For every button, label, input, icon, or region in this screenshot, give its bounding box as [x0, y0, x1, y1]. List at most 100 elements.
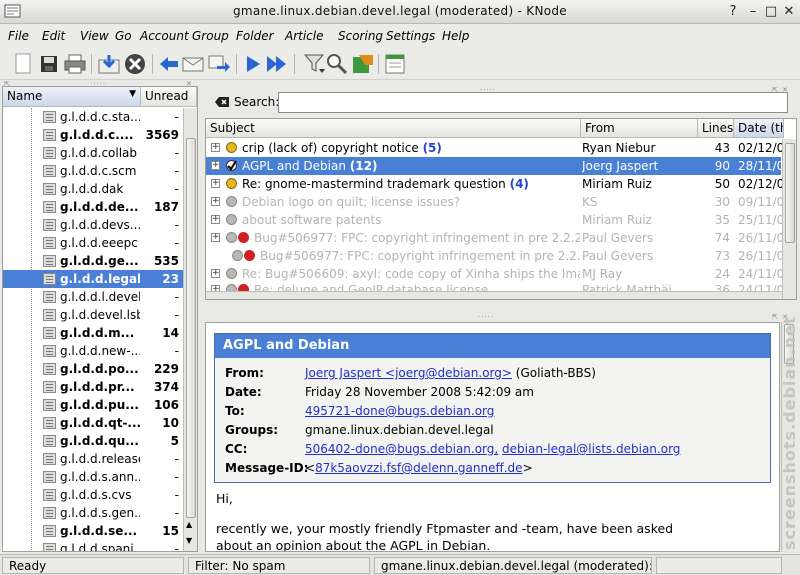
folder-item[interactable]: g.l.d.d.c.scm - — [3, 162, 183, 180]
close-icon[interactable]: ✕ — [780, 3, 798, 21]
expand-icon[interactable]: + — [211, 161, 220, 170]
folder-item[interactable]: g.l.d.d.eeepc - — [3, 234, 183, 252]
lines-column-header[interactable]: Lines — [698, 119, 734, 138]
menu-scoring[interactable]: Scoring — [338, 29, 383, 43]
folder-item[interactable]: g.l.d.d.s.gen... - — [3, 504, 183, 522]
from-link[interactable]: Joerg Jaspert <joerg@debian.org> — [305, 366, 512, 380]
read-status-icon — [232, 250, 243, 261]
ignored-icon — [244, 250, 255, 261]
read-check-icon — [226, 160, 237, 171]
menu-account[interactable]: Account — [140, 29, 189, 43]
menu-help[interactable]: Help — [442, 29, 469, 43]
get-new-articles-icon[interactable] — [96, 51, 122, 77]
newsgroup-icon — [43, 237, 56, 249]
thread-count: (4) — [509, 177, 529, 191]
message-id-link[interactable]: 87k5aovzzi.fsf@delenn.ganneff.de — [315, 461, 523, 475]
expire-icon[interactable] — [350, 51, 376, 77]
next-unread-icon[interactable] — [240, 51, 266, 77]
folder-item[interactable]: g.l.d.d.release - — [3, 450, 183, 468]
subject-column-header[interactable]: Subject — [206, 119, 581, 138]
print-icon[interactable] — [62, 51, 88, 77]
folder-item[interactable]: g.l.d.d.se... 15 — [3, 522, 183, 540]
search-input[interactable] — [278, 92, 788, 113]
thread-count: (5) — [422, 141, 442, 155]
folder-item[interactable]: g.l.d.d.s.cvs - — [3, 486, 183, 504]
new-article-icon[interactable] — [10, 51, 36, 77]
folder-item[interactable]: g.l.d.d.ge... 535 — [3, 252, 183, 270]
unread-status-icon — [226, 142, 237, 153]
article-row[interactable]: Bug#506977: FPC: copyright infringement … — [206, 247, 783, 265]
reply-icon[interactable] — [156, 51, 182, 77]
save-icon[interactable] — [36, 51, 62, 77]
cancel-icon[interactable] — [122, 51, 148, 77]
folder-item[interactable]: g.l.d.d.qt-... 10 — [3, 414, 183, 432]
menu-file[interactable]: File — [8, 29, 29, 43]
reply-author-icon[interactable] — [180, 51, 206, 77]
expand-icon[interactable]: + — [211, 179, 220, 188]
help-icon[interactable]: ? — [724, 3, 742, 21]
scroll-up-icon[interactable]: ▲ — [186, 520, 192, 529]
forward-icon[interactable] — [206, 51, 232, 77]
article-row[interactable]: + Debian logo on quilt; license issues? … — [206, 193, 783, 211]
menu-settings[interactable]: Settings — [386, 29, 435, 43]
newsgroup-icon — [43, 273, 56, 285]
folder-scrollbar[interactable]: ▲ ▼ — [183, 108, 197, 551]
article-row[interactable]: + crip (lack of) copyright notice (5) Ry… — [206, 139, 783, 157]
folder-item[interactable]: g.l.d.d.spani... - — [3, 540, 183, 551]
name-column-header[interactable]: Name ▼ — [3, 87, 141, 107]
expand-icon[interactable]: + — [211, 269, 220, 278]
menu-go[interactable]: Go — [115, 29, 132, 43]
folder-item[interactable]: g.l.d.d.qu... 5 — [3, 432, 183, 450]
cc-link[interactable]: 506402-done@bugs.debian.org, — [305, 442, 498, 456]
to-link[interactable]: 495721-done@bugs.debian.org — [305, 404, 494, 418]
newsgroup-icon — [43, 291, 56, 303]
expand-icon[interactable]: + — [211, 215, 220, 224]
folder-item[interactable]: g.l.d.d.pu... 106 — [3, 396, 183, 414]
folder-item[interactable]: g.l.d.d.collab - — [3, 144, 183, 162]
cc-link[interactable]: debian-legal@lists.debian.org — [502, 442, 680, 456]
newsgroup-icon — [43, 435, 56, 447]
maximize-icon[interactable]: □ — [762, 3, 780, 21]
menu-folder[interactable]: Folder — [236, 29, 274, 43]
article-date: 28/11/08 — [738, 159, 783, 173]
folder-item[interactable]: g.l.d.d.m... 14 — [3, 324, 183, 342]
folder-item[interactable]: g.l.d.d.c.sta... - — [3, 108, 183, 126]
menu-edit[interactable]: Edit — [42, 29, 65, 43]
menu-view[interactable]: View — [80, 29, 109, 43]
date-column-header[interactable]: Date (th — [734, 119, 784, 138]
folder-item-selected[interactable]: g.l.d.d.legal 23 — [3, 270, 183, 288]
menu-article[interactable]: Article — [285, 29, 324, 43]
article-row[interactable]: + Re: gnome-mastermind trademark questio… — [206, 175, 783, 193]
from-column-header[interactable]: From — [581, 119, 698, 138]
dock-grip[interactable]: ····· — [478, 313, 494, 321]
folder-item[interactable]: g.l.d.d.po... 229 — [3, 360, 183, 378]
folder-item[interactable]: g.l.d.devel.lsb - — [3, 306, 183, 324]
article-hscrollbar[interactable] — [206, 291, 782, 299]
expand-icon[interactable]: + — [211, 197, 220, 206]
menu-group[interactable]: Group — [192, 29, 229, 43]
article-row-selected[interactable]: + AGPL and Debian (12) Joerg Jaspert 90 … — [206, 157, 783, 175]
folder-item[interactable]: g.l.d.d.l.devel - — [3, 288, 183, 306]
notes-icon[interactable] — [382, 51, 408, 77]
folder-item[interactable]: g.l.d.d.c.... 3569 — [3, 126, 183, 144]
article-row[interactable]: + about software patents Miriam Ruiz 35 … — [206, 211, 783, 229]
folder-item[interactable]: g.l.d.d.de... 187 — [3, 198, 183, 216]
folder-item[interactable]: g.l.d.d.pr... 374 — [3, 378, 183, 396]
folder-item[interactable]: g.l.d.d.devs... - — [3, 216, 183, 234]
folder-item[interactable]: g.l.d.d.new-... - — [3, 342, 183, 360]
expand-icon[interactable]: + — [211, 233, 220, 242]
article-subject: AGPL and Debian (12) — [242, 159, 580, 173]
scroll-down-icon[interactable]: ▼ — [186, 536, 192, 545]
scrollbar-thumb[interactable] — [186, 138, 196, 518]
search-icon[interactable] — [324, 51, 350, 77]
clear-search-icon[interactable] — [214, 96, 230, 108]
folder-item[interactable]: g.l.d.d.s.ann... - — [3, 468, 183, 486]
unread-column-header[interactable]: Unread — [141, 87, 197, 107]
folder-item[interactable]: g.l.d.d.dak - — [3, 180, 183, 198]
article-row[interactable]: + Bug#506977: FPC: copyright infringemen… — [206, 229, 783, 247]
article-lines: 43 — [714, 141, 730, 155]
expand-icon[interactable]: + — [211, 143, 220, 152]
next-unread-thread-icon[interactable] — [264, 51, 290, 77]
minimize-icon[interactable]: – — [744, 3, 762, 21]
article-from: Miriam Ruiz — [582, 177, 652, 191]
